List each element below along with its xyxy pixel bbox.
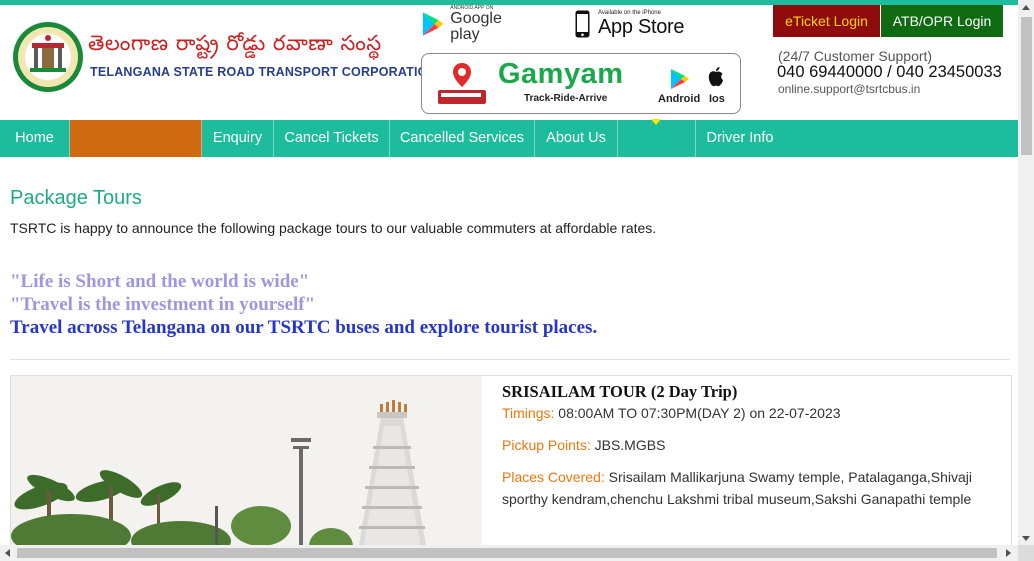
- gamyam-app-banner[interactable]: Gamyam Track-Ride-Arrive Android Ios: [421, 53, 741, 114]
- nav-item-active-highlight[interactable]: [70, 120, 202, 157]
- eticket-login-button[interactable]: eTicket Login: [773, 5, 880, 37]
- tour-timings: Timings: 08:00AM TO 07:30PM(DAY 2) on 22…: [502, 402, 1002, 424]
- scroll-left-arrow-icon[interactable]: [5, 549, 10, 557]
- intro-text: TSRTC is happy to announce the following…: [10, 220, 657, 236]
- nav-item-about-us[interactable]: About Us: [535, 120, 618, 157]
- pickup-label: Pickup Points:: [502, 437, 591, 453]
- quote-line-1: "Life is Short and the world is wide": [10, 271, 310, 292]
- quote-line-2: "Travel is the investment in yourself": [10, 294, 316, 315]
- nav-item-home[interactable]: Home: [0, 120, 70, 157]
- tour-image[interactable]: [11, 376, 482, 561]
- nav-item-enquiry[interactable]: Enquiry: [202, 120, 274, 157]
- main-navigation: Home Enquiry Cancel Tickets Cancelled Se…: [0, 120, 1018, 157]
- tsrtc-logo[interactable]: [12, 21, 84, 93]
- scroll-down-arrow-icon[interactable]: [1022, 536, 1030, 541]
- nav-item-cancelled-services[interactable]: Cancelled Services: [390, 120, 535, 157]
- horizontal-scroll-thumb[interactable]: [17, 548, 997, 558]
- android-play-icon: [671, 69, 689, 89]
- scrollbar-corner: [1018, 545, 1034, 561]
- vertical-scrollbar[interactable]: [1018, 0, 1034, 561]
- atb-opr-login-button[interactable]: ATB/OPR Login: [881, 5, 1003, 37]
- quote-line-3: Travel across Telangana on our TSRTC bus…: [10, 317, 598, 338]
- page-title: Package Tours: [10, 187, 142, 209]
- brand-name-telugu: తెలంగాణ రాష్ట్ర రోడ్డు రవాణా సంస్థ: [88, 31, 382, 55]
- tour-places: Places Covered: Srisailam Mallikarjuna S…: [502, 466, 1002, 510]
- bus-icon: [438, 90, 486, 104]
- gamyam-android-label: Android: [658, 93, 701, 105]
- gamyam-ios-label: Ios: [709, 93, 725, 105]
- apple-icon: [708, 67, 723, 87]
- gamyam-tagline: Track-Ride-Arrive: [524, 93, 608, 104]
- iphone-icon: [575, 10, 590, 38]
- map-pin-icon: [453, 63, 471, 87]
- tour-title: SRISAILAM TOUR (2 Day Trip): [502, 382, 738, 401]
- app-store-badge[interactable]: Available on the iPhone App Store: [575, 8, 687, 40]
- support-phone-numbers: 040 69440000 / 040 23450033: [777, 63, 1002, 81]
- timings-value: 08:00AM TO 07:30PM(DAY 2) on 22-07-2023: [558, 405, 841, 421]
- nav-caret-icon: [651, 119, 661, 125]
- tour-pickup: Pickup Points: JBS.MGBS: [502, 434, 1002, 456]
- app-store-label: App Store: [598, 16, 685, 38]
- places-label: Places Covered:: [502, 469, 605, 485]
- content-divider: [10, 359, 1010, 360]
- scroll-up-arrow-icon[interactable]: [1022, 5, 1030, 10]
- customer-support-label: (24/7 Customer Support): [778, 48, 933, 64]
- gamyam-title: Gamyam: [498, 58, 624, 90]
- nav-item-driver-info[interactable]: Driver Info: [696, 120, 784, 157]
- google-play-icon: [422, 12, 444, 36]
- support-email[interactable]: online.support@tsrtcbus.in: [778, 82, 920, 96]
- tsrtc-emblem-icon: [13, 22, 83, 92]
- nav-item-dropdown[interactable]: [618, 120, 696, 157]
- pickup-value: JBS.MGBS: [594, 437, 666, 453]
- tour-card: SRISAILAM TOUR (2 Day Trip) Timings: 08:…: [10, 375, 1012, 561]
- horizontal-scrollbar[interactable]: [0, 545, 1018, 561]
- nav-item-cancel-tickets[interactable]: Cancel Tickets: [274, 120, 390, 157]
- scroll-right-arrow-icon[interactable]: [1006, 549, 1011, 557]
- timings-label: Timings:: [502, 405, 555, 421]
- brand-name-english: TELANGANA STATE ROAD TRANSPORT CORPORATI…: [90, 65, 437, 79]
- google-play-badge[interactable]: ANDROID APP ON Google play: [421, 5, 533, 43]
- temple-photo-icon: [11, 376, 482, 561]
- google-play-label: Google play: [450, 10, 502, 43]
- vertical-scroll-thumb[interactable]: [1021, 17, 1032, 155]
